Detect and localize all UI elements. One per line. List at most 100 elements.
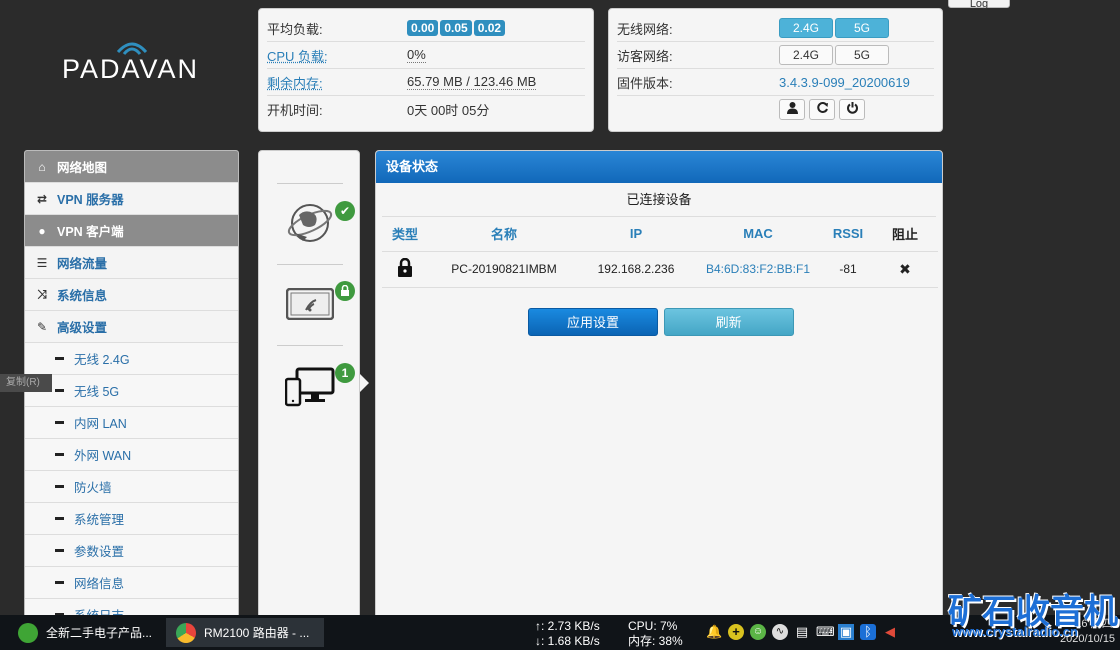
device-status-title: 设备状态: [376, 151, 942, 183]
network-speed: ↑: 2.73 KB/s ↓: 1.68 KB/s: [535, 619, 600, 649]
col-rssi: RSSI: [824, 217, 872, 252]
dash-icon: [55, 389, 64, 392]
sidebar-item-label: VPN 服务器: [57, 193, 124, 207]
bell-icon[interactable]: 🔔: [706, 624, 722, 640]
sidebar-subitem-admin[interactable]: 系统管理: [25, 503, 238, 535]
watermark-logo: 矿石收音机 www.crystalradio.cn: [948, 584, 1120, 644]
uptime-value: 0天 00时 05分: [407, 103, 490, 118]
sidebar-subitem-wireless-5g[interactable]: 无线 5G: [25, 375, 238, 407]
sidebar-item-vpn-client[interactable]: ● VPN 客户端: [25, 215, 238, 247]
home-icon: ⌂: [38, 159, 46, 174]
table-row: PC-20190821IMBM 192.168.2.236 B4:6D:83:F…: [382, 251, 938, 288]
firmware-row: 固件版本: 3.4.3.9-099_20200619: [617, 69, 934, 96]
firmware-label: 固件版本:: [617, 75, 673, 91]
sidebar-item-vpn-server[interactable]: ⇄ VPN 服务器: [25, 183, 238, 215]
action-buttons: 应用设置 刷新: [528, 308, 796, 336]
sidebar-subitem-firewall[interactable]: 防火墙: [25, 471, 238, 503]
chrome-icon: [176, 622, 196, 643]
client-table: 类型 名称 IP MAC RSSI 阻止 PC-20190821IMBM 192…: [382, 217, 938, 288]
power-icon[interactable]: [839, 99, 865, 120]
log-button[interactable]: Log: [948, 0, 1010, 10]
download-speed: ↓: 1.68 KB/s: [535, 634, 600, 648]
guest-24g-toggle[interactable]: 2.4G: [779, 45, 833, 65]
sidebar: ⌂ 网络地图 ⇄ VPN 服务器 ● VPN 客户端 ☰ 网络流量 ⤨ 系统信息…: [24, 150, 239, 620]
memory-row: 剩余内存: 65.79 MB / 123.46 MB: [267, 69, 585, 96]
uptime-row: 开机时间: 0天 00时 05分: [267, 96, 585, 123]
firmware-value[interactable]: 3.4.3.9-099_20200619: [779, 75, 910, 90]
wireless-row: 无线网络: 2.4G 5G: [617, 15, 934, 42]
col-name: 名称: [428, 217, 580, 252]
monitor-icon[interactable]: ▣: [838, 624, 854, 640]
globe-icon: ●: [38, 223, 46, 238]
sidebar-subitem-parameters[interactable]: 参数设置: [25, 535, 238, 567]
padavan-logo: PADAVAN: [62, 38, 212, 98]
dash-icon: [55, 549, 64, 552]
refresh-icon[interactable]: [809, 99, 835, 120]
client-mac[interactable]: B4:6D:83:F2:BB:F1: [692, 251, 824, 288]
wireless-24g-toggle[interactable]: 2.4G: [779, 18, 833, 38]
sidebar-subitem-network-info[interactable]: 网络信息: [25, 567, 238, 599]
sidebar-subitem-label: 网络信息: [74, 577, 125, 591]
watermark-url: www.crystalradio.cn: [952, 624, 1078, 639]
logo-text: PADAVAN: [62, 54, 200, 84]
cpu-label[interactable]: CPU 负载:: [267, 46, 407, 65]
usb-icon[interactable]: ▤: [794, 624, 810, 640]
load-row: 平均负载: 0.00 0.05 0.02: [267, 15, 585, 42]
sidebar-item-network-map[interactable]: ⌂ 网络地图: [25, 151, 238, 183]
user-icon[interactable]: [779, 99, 805, 120]
keyboard-icon[interactable]: ⌨: [816, 624, 835, 640]
load-values: 0.00 0.05 0.02: [407, 20, 507, 36]
device-status-panel: 设备状态 已连接设备 类型 名称 IP MAC RSSI 阻止 PC-20190…: [375, 150, 943, 620]
dash-icon: [55, 421, 64, 424]
clients-icon[interactable]: [284, 367, 335, 410]
memory-value: 65.79 MB / 123.46 MB: [407, 74, 537, 90]
bluetooth-icon[interactable]: ᛒ: [860, 624, 876, 640]
sidebar-subitem-label: 防火墙: [74, 481, 112, 495]
dash-icon: [55, 357, 64, 360]
client-count-badge: 1: [335, 363, 355, 383]
guest-5g-toggle[interactable]: 5G: [835, 45, 889, 65]
sidebar-subitem-lan[interactable]: 内网 LAN: [25, 407, 238, 439]
client-name: PC-20190821IMBM: [428, 251, 580, 288]
smile-icon[interactable]: ☺: [750, 624, 766, 640]
sidebar-subitem-wireless-24g[interactable]: 无线 2.4G: [25, 343, 238, 375]
sidebar-subitem-label: 内网 LAN: [74, 417, 127, 431]
memory-usage: 内存: 38%: [628, 634, 683, 648]
sidebar-subitem-label: 系统管理: [74, 513, 125, 527]
sidebar-item-traffic[interactable]: ☰ 网络流量: [25, 247, 238, 279]
sidebar-subitem-label: 外网 WAN: [74, 449, 132, 463]
load-15min: 0.02: [473, 20, 506, 36]
plus-icon[interactable]: +: [728, 624, 744, 640]
connected-devices-heading: 已连接设备: [382, 183, 936, 217]
sidebar-item-advanced[interactable]: ✎ 高级设置: [25, 311, 238, 343]
taskbar-app-2[interactable]: RM2100 路由器 - ...: [166, 618, 324, 647]
memory-label[interactable]: 剩余内存:: [267, 73, 407, 92]
internet-globe-icon[interactable]: [285, 197, 335, 254]
apply-settings-button[interactable]: 应用设置: [528, 308, 658, 336]
volume-icon[interactable]: ◀: [882, 624, 898, 640]
client-ip: 192.168.2.236: [580, 251, 692, 288]
sidebar-item-label: 网络流量: [57, 257, 108, 271]
client-rssi: -81: [824, 251, 872, 288]
sidebar-item-system-info[interactable]: ⤨ 系统信息: [25, 279, 238, 311]
guest-label: 访客网络:: [617, 48, 673, 64]
cpu-value: 0%: [407, 47, 426, 63]
wireless-router-icon[interactable]: [285, 287, 335, 323]
block-client-icon[interactable]: ✖: [872, 251, 938, 288]
dash-icon: [55, 517, 64, 520]
wifi-secured-icon: [335, 281, 355, 301]
system-info-panel: 平均负载: 0.00 0.05 0.02 CPU 负载: 0% 剩余内存: 65.7…: [258, 8, 594, 132]
pulse-icon[interactable]: ∿: [772, 624, 788, 640]
active-pointer: [360, 374, 369, 392]
load-label: 平均负载:: [267, 21, 323, 37]
system-tray: 🔔 + ☺ ∿ ▤ ⌨ ▣ ᛒ ◀: [706, 624, 898, 640]
sidebar-subitem-wan[interactable]: 外网 WAN: [25, 439, 238, 471]
sidebar-item-label: VPN 客户端: [57, 225, 124, 239]
taskbar-app-1[interactable]: 全新二手电子产品...: [10, 618, 162, 647]
app-icon: [18, 622, 38, 643]
action-row: [617, 96, 934, 123]
refresh-button[interactable]: 刷新: [663, 308, 794, 336]
col-block: 阻止: [872, 217, 938, 252]
wireless-5g-toggle[interactable]: 5G: [835, 18, 889, 38]
col-ip: IP: [580, 217, 692, 252]
